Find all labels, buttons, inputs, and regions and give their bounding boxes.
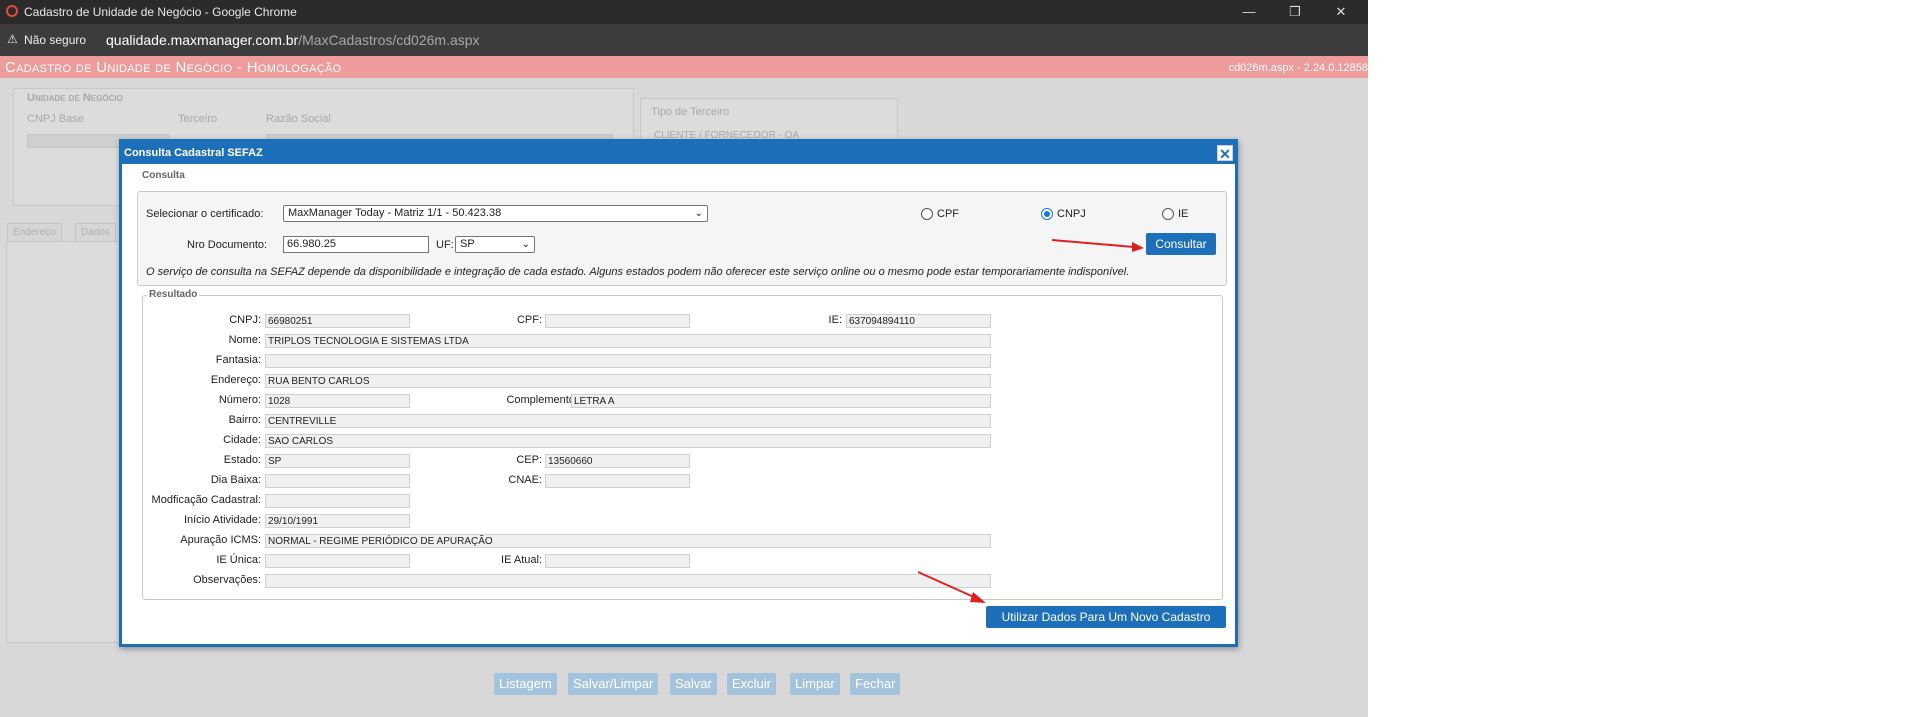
warning-icon: ⚠ (7, 32, 18, 46)
consulta-legend: Consulta (140, 170, 187, 181)
excluir-button[interactable]: Excluir (727, 673, 777, 695)
dia-baixa-label: Dia Baixa: (210, 474, 261, 486)
radio-cnpj-label: CNPJ (1057, 208, 1086, 220)
page-title: Cadastro de Unidade de Negócio - Homolog… (5, 59, 342, 76)
salvar-limpar-button[interactable]: Salvar/Limpar (568, 673, 659, 695)
uf-select[interactable]: SP ⌄ (455, 236, 535, 253)
use-data-button[interactable]: Utilizar Dados Para Um Novo Cadastro (986, 606, 1226, 628)
numero-value: 1028 (265, 394, 410, 408)
sefaz-note: O serviço de consulta na SEFAZ depende d… (146, 266, 1130, 278)
chrome-icon (6, 5, 18, 17)
modal-title: Consulta Cadastral SEFAZ (124, 147, 263, 159)
razao-social-label: Razão Social (266, 113, 331, 125)
consultar-button[interactable]: Consultar (1146, 233, 1216, 255)
apuracao-icms-label: Apuração ICMS: (180, 534, 261, 546)
mod-cadastral-value (265, 494, 410, 508)
close-icon[interactable]: ✕ (1217, 145, 1233, 162)
nome-value: TRIPLOS TECNOLOGIA E SISTEMAS LTDA (265, 334, 991, 348)
endereco-value: RUA BENTO CARLOS (265, 374, 991, 388)
cnae-label: CNAE: (508, 474, 542, 486)
sefaz-modal: Consulta Cadastral SEFAZ ✕ Consulta Sele… (119, 139, 1238, 647)
app-header: Cadastro de Unidade de Negócio - Homolog… (0, 56, 1368, 78)
complemento-value: LETRA A (571, 394, 991, 408)
cep-label: CEP: (516, 454, 542, 466)
numero-label: Número: (218, 394, 261, 406)
cert-select[interactable]: MaxManager Today - Matriz 1/1 - 50.423.3… (283, 205, 708, 222)
uf-value: SP (460, 238, 475, 250)
inicio-atividade-value: 29/10/1991 (265, 514, 410, 528)
tipo-terceiro-label: Tipo de Terceiro (651, 106, 730, 118)
cert-label: Selecionar o certificado: (146, 208, 264, 220)
address-bar[interactable]: ⚠ Não seguro qualidade.maxmanager.com.br… (0, 24, 1368, 56)
radio-ie[interactable] (1162, 208, 1174, 220)
bairro-value: CENTREVILLE (265, 414, 991, 428)
doc-label: Nro Documento: (187, 239, 268, 251)
cnpj-label: CNPJ: (229, 314, 261, 326)
url-text[interactable]: qualidade.maxmanager.com.br/MaxCadastros… (106, 32, 480, 48)
tab-dados[interactable]: Dados (75, 223, 116, 242)
modal-header: Consulta Cadastral SEFAZ ✕ (122, 142, 1235, 164)
inicio-atividade-label: Início Atividade: (183, 514, 261, 526)
cnpj-base-label: CNPJ Base (27, 113, 84, 125)
chevron-down-icon: ⌄ (694, 208, 703, 219)
chevron-down-icon: ⌄ (521, 239, 530, 250)
cpf-label: CPF: (516, 314, 542, 326)
radio-cpf[interactable] (921, 208, 933, 220)
cnae-value (545, 474, 690, 488)
radio-ie-label: IE (1178, 208, 1189, 220)
browser-window: Cadastro de Unidade de Negócio - Google … (0, 0, 1368, 717)
radio-cpf-label: CPF (937, 208, 959, 220)
version-label: cd026m.aspx - 2.24.0.12858 (1228, 62, 1368, 74)
fechar-button[interactable]: Fechar (850, 673, 901, 695)
fantasia-value (265, 354, 991, 368)
complemento-label: Complemento: (506, 394, 578, 406)
uf-label: UF: (436, 239, 454, 251)
url-domain: qualidade.maxmanager.com.br (106, 32, 299, 48)
close-window-button[interactable]: ✕ (1318, 0, 1364, 24)
dia-baixa-value (265, 474, 410, 488)
nome-label: Nome: (228, 334, 261, 346)
ie-atual-label: IE Atual: (501, 554, 542, 566)
radio-cnpj[interactable] (1041, 208, 1053, 220)
mod-cadastral-label: Modficação Cadastral: (151, 494, 261, 506)
tab-endereco[interactable]: Endereço (7, 223, 62, 242)
listagem-button[interactable]: Listagem (494, 673, 557, 695)
url-path: /MaxCadastros/cd026m.aspx (298, 32, 480, 48)
doc-input[interactable]: 66.980.25 (283, 236, 429, 253)
limpar-button[interactable]: Limpar (790, 673, 840, 695)
title-bar: Cadastro de Unidade de Negócio - Google … (0, 0, 1368, 24)
salvar-button[interactable]: Salvar (670, 673, 717, 695)
cidade-label: Cidade: (223, 434, 261, 446)
observacoes-label: Observações: (193, 574, 261, 586)
cert-value: MaxManager Today - Matriz 1/1 - 50.423.3… (288, 207, 502, 219)
bairro-label: Bairro: (228, 414, 261, 426)
security-label[interactable]: Não seguro (24, 33, 86, 47)
window-title: Cadastro de Unidade de Negócio - Google … (24, 5, 297, 19)
ie-unica-value (265, 554, 410, 568)
terceiro-label: Terceiro (178, 113, 218, 125)
section-title: Unidade de Negócio (27, 92, 123, 104)
ie-label: IE: (828, 314, 842, 326)
ie-unica-label: IE Única: (216, 554, 261, 566)
annotation-arrow-use-data (917, 571, 986, 603)
restore-button[interactable]: ❐ (1272, 0, 1318, 24)
resultado-legend: Resultado (147, 289, 200, 300)
fantasia-label: Fantasia: (215, 354, 261, 366)
observacoes-value (265, 574, 991, 588)
cpf-value (545, 314, 690, 328)
cep-value: 13560660 (545, 454, 690, 468)
cidade-value: SAO CARLOS (265, 434, 991, 448)
cnpj-value: 66980251 (265, 314, 410, 328)
annotation-arrow-consultar (1051, 239, 1144, 252)
ie-atual-value (545, 554, 690, 568)
estado-label: Estado: (223, 454, 261, 466)
minimize-button[interactable]: — (1226, 0, 1272, 24)
apuracao-icms-value: NORMAL - REGIME PERIÓDICO DE APURAÇÃO (265, 534, 991, 548)
endereco-label: Endereço: (210, 374, 261, 386)
estado-value: SP (265, 454, 410, 468)
ie-value: 637094894110 (846, 314, 991, 328)
